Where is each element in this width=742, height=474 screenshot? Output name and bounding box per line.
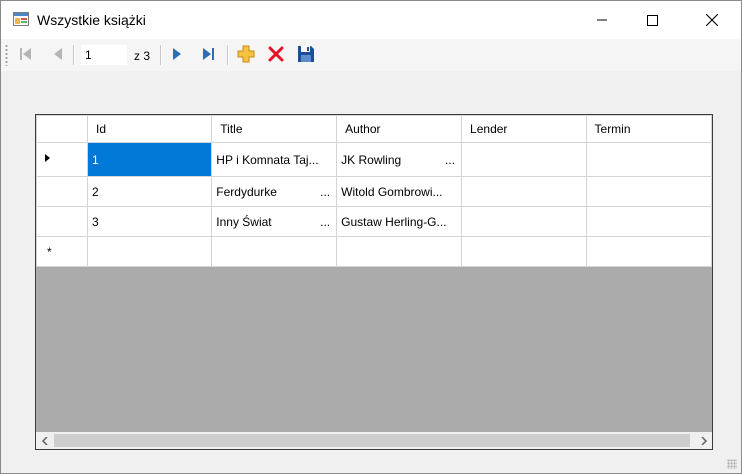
- row-header[interactable]: *: [36, 236, 88, 267]
- toolstrip-grip[interactable]: [5, 44, 8, 66]
- column-header-lender[interactable]: Lender: [461, 115, 587, 143]
- add-new-button[interactable]: [235, 43, 257, 65]
- scroll-thumb[interactable]: [54, 434, 690, 447]
- column-header-termin[interactable]: Termin: [585, 115, 712, 143]
- row-header[interactable]: [36, 142, 88, 177]
- cell-author-text: Witold Gombrowi...: [341, 184, 443, 199]
- cell-lender[interactable]: [461, 142, 587, 177]
- position-input[interactable]: [81, 45, 127, 65]
- cell-title[interactable]: Inny Świat...: [211, 206, 338, 237]
- cell-author-text: JK Rowling: [341, 152, 402, 167]
- close-icon: [706, 14, 718, 26]
- minimize-button[interactable]: [579, 1, 625, 39]
- move-next-icon: [173, 48, 181, 60]
- chevron-left-icon: [41, 436, 48, 445]
- cell-author[interactable]: Gustaw Herling-G...: [336, 206, 463, 237]
- ellipsis-button[interactable]: ...: [320, 185, 330, 199]
- cell-id[interactable]: 3: [86, 206, 213, 237]
- cell-id[interactable]: 1: [86, 142, 213, 177]
- size-grip[interactable]: [727, 459, 737, 469]
- move-first-button[interactable]: [15, 43, 37, 65]
- cell-author-text: Gustaw Herling-G...: [341, 214, 447, 229]
- delete-icon: [268, 46, 284, 62]
- save-button[interactable]: [295, 43, 317, 65]
- ellipsis-button[interactable]: ...: [320, 215, 330, 229]
- scroll-left-button[interactable]: [36, 432, 53, 449]
- scroll-right-button[interactable]: [695, 432, 712, 449]
- row-header[interactable]: [36, 206, 88, 237]
- move-next-button[interactable]: [166, 43, 188, 65]
- move-last-button[interactable]: [197, 43, 219, 65]
- cell-id[interactable]: 2: [86, 176, 213, 207]
- table-row[interactable]: 1 HP i Komnata Taj... JK Rowling...: [36, 142, 712, 177]
- cell-title[interactable]: [211, 236, 338, 267]
- cell-termin[interactable]: [585, 176, 712, 207]
- cell-lender[interactable]: [461, 206, 587, 237]
- cell-author[interactable]: JK Rowling...: [336, 142, 463, 177]
- toolstrip-separator: [160, 45, 162, 65]
- table-row[interactable]: 2 Ferdydurke... Witold Gombrowi...: [36, 176, 712, 207]
- add-icon: [237, 45, 255, 63]
- maximize-icon: [646, 14, 658, 26]
- cell-termin[interactable]: [585, 206, 712, 237]
- maximize-button[interactable]: [629, 1, 675, 39]
- row-header[interactable]: [36, 176, 88, 207]
- main-window: Wszystkie książki z 3: [0, 0, 742, 474]
- ellipsis-button[interactable]: ...: [445, 153, 455, 167]
- toolstrip-separator: [73, 45, 75, 65]
- books-table: Id Title Author Lender Termin 1 HP i Kom…: [36, 115, 712, 267]
- header-row: Id Title Author Lender Termin: [36, 115, 712, 143]
- move-previous-button[interactable]: [47, 43, 69, 65]
- column-header-author[interactable]: Author: [336, 115, 463, 143]
- title-bar[interactable]: Wszystkie książki: [1, 1, 741, 39]
- cell-title[interactable]: HP i Komnata Taj...: [211, 142, 338, 177]
- current-row-icon: [45, 154, 50, 162]
- cell-termin[interactable]: [585, 236, 712, 267]
- cell-author[interactable]: [336, 236, 463, 267]
- cell-id[interactable]: [86, 236, 213, 267]
- save-icon: [298, 46, 314, 62]
- corner-header[interactable]: [36, 115, 88, 143]
- new-row[interactable]: *: [36, 236, 712, 267]
- chevron-right-icon: [700, 436, 707, 445]
- delete-button[interactable]: [265, 43, 287, 65]
- move-last-icon: [203, 48, 214, 60]
- move-first-icon: [20, 48, 31, 60]
- new-row-marker: *: [47, 244, 52, 259]
- column-header-id[interactable]: Id: [86, 115, 213, 143]
- books-grid[interactable]: Id Title Author Lender Termin 1 HP i Kom…: [35, 114, 713, 450]
- cell-lender[interactable]: [461, 176, 587, 207]
- horizontal-scrollbar[interactable]: [36, 432, 712, 449]
- cell-title-text: Inny Świat: [216, 214, 272, 229]
- app-icon: [13, 11, 29, 27]
- cell-author[interactable]: Witold Gombrowi...: [336, 176, 463, 207]
- cell-lender[interactable]: [461, 236, 587, 267]
- cell-title-text: HP i Komnata Taj...: [216, 152, 319, 167]
- close-button[interactable]: [689, 1, 735, 39]
- count-label: z 3: [134, 49, 151, 63]
- column-header-title[interactable]: Title: [211, 115, 338, 143]
- minimize-icon: [597, 19, 607, 21]
- cell-termin[interactable]: [585, 142, 712, 177]
- binding-navigator: z 3: [1, 39, 741, 71]
- cell-title[interactable]: Ferdydurke...: [211, 176, 338, 207]
- table-row[interactable]: 3 Inny Świat... Gustaw Herling-G...: [36, 206, 712, 237]
- toolstrip-separator: [227, 45, 229, 65]
- window-title: Wszystkie książki: [37, 12, 146, 28]
- cell-title-text: Ferdydurke: [216, 184, 277, 199]
- move-previous-icon: [54, 48, 62, 60]
